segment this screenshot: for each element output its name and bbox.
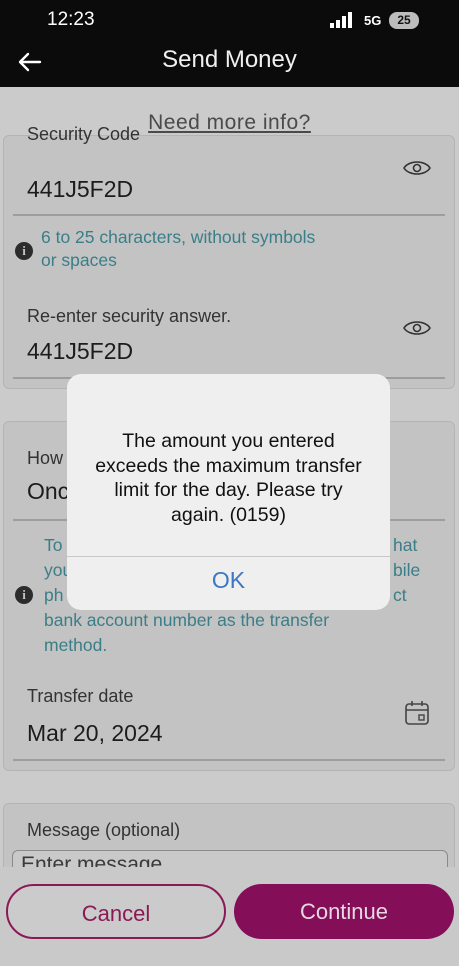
show-password-icon[interactable] xyxy=(403,319,431,337)
security-code-label: Security Code xyxy=(27,124,141,144)
cancel-button[interactable]: Cancel xyxy=(6,884,226,939)
message-input[interactable]: Enter message xyxy=(12,850,448,867)
status-time: 12:23 xyxy=(47,9,95,30)
continue-button[interactable]: Continue xyxy=(234,884,454,939)
app-bar: Send Money xyxy=(0,40,459,87)
signal-icon xyxy=(330,12,356,28)
info-icon: i xyxy=(15,242,33,260)
ok-button[interactable]: OK xyxy=(67,567,390,594)
bottom-action-bar: Cancel Continue xyxy=(0,867,459,966)
transfer-hint-right: hat bile ct xyxy=(393,535,421,605)
battery-icon: 25 xyxy=(389,12,419,29)
info-icon: i xyxy=(15,586,33,604)
error-dialog: The amount you entered exceeds the maxim… xyxy=(67,374,390,610)
network-type: 5G xyxy=(364,13,382,28)
transfer-date-underline xyxy=(13,759,445,761)
show-password-icon[interactable] xyxy=(403,159,431,177)
security-hint: 6 to 25 characters, without symbols or s… xyxy=(41,227,316,270)
transfer-date-value[interactable]: Mar 20, 2024 xyxy=(27,720,163,747)
how-value[interactable]: Onc xyxy=(27,478,69,505)
reenter-label: Re-enter security answer. xyxy=(27,306,232,326)
calendar-icon[interactable] xyxy=(404,700,430,726)
message-card: Message (optional) Enter message xyxy=(3,803,455,867)
how-label: How xyxy=(27,448,64,468)
dialog-message: The amount you entered exceeds the maxim… xyxy=(95,430,362,526)
message-label: Message (optional) xyxy=(27,820,181,840)
transfer-date-label: Transfer date xyxy=(27,686,134,706)
message-placeholder: Enter message xyxy=(21,853,163,867)
status-bar: 12:23 5G 25 xyxy=(0,0,459,40)
reenter-value[interactable]: 441J5F2D xyxy=(27,338,133,365)
security-code-underline xyxy=(13,214,445,216)
security-card: Security Code 441J5F2D i 6 to 25 charact… xyxy=(3,124,455,389)
page-title: Send Money xyxy=(162,46,297,73)
dialog-divider xyxy=(67,556,390,557)
security-code-value[interactable]: 441J5F2D xyxy=(27,176,133,203)
